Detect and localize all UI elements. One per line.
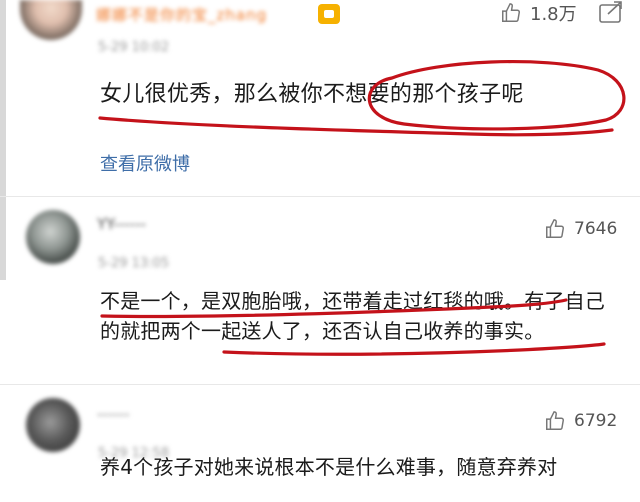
comment-like-button[interactable]: 6792 — [544, 410, 617, 432]
comment-time: 5-29 13:05 — [98, 256, 170, 271]
post-like-count: 1.8万 — [530, 4, 577, 25]
comment-like-count: 7646 — [574, 219, 618, 239]
comment-avatar[interactable] — [26, 210, 80, 264]
divider — [0, 384, 640, 385]
left-scroll-edge — [0, 0, 6, 280]
underline-stroke — [98, 116, 614, 137]
thumbs-up-icon — [546, 219, 564, 238]
post-username[interactable]: 娜娜不是你的宝_zhang — [96, 4, 267, 25]
comment-username[interactable]: ------ — [97, 405, 129, 423]
share-icon[interactable] — [598, 0, 626, 26]
thumbs-up-icon — [502, 3, 520, 22]
post-like-button[interactable]: 1.8万 — [500, 0, 577, 26]
comment-avatar[interactable] — [26, 398, 80, 452]
comment-text: 养4个孩子对她来说根本不是什么难事，随意弃养对 — [100, 455, 558, 479]
comment-text: 不是一个，是双胞胎哦，还带着走过红毯的哦。有了自己的就把两个一起送人了，还否认自… — [100, 289, 605, 343]
thumbs-up-icon — [546, 411, 564, 430]
comment-like-button[interactable]: 7646 — [544, 218, 617, 240]
user-avatar[interactable] — [20, 0, 82, 40]
comment-like-count: 6792 — [574, 411, 618, 431]
post-text: 女儿很优秀，那么被你不想要的那个孩子呢 — [100, 82, 524, 107]
view-original-link[interactable]: 查看原微博 — [100, 150, 190, 176]
divider — [0, 196, 640, 197]
post-time: 5-29 10:02 — [98, 40, 170, 55]
vip-badge-icon — [318, 4, 340, 24]
comment-username[interactable]: YY------ — [97, 215, 146, 233]
